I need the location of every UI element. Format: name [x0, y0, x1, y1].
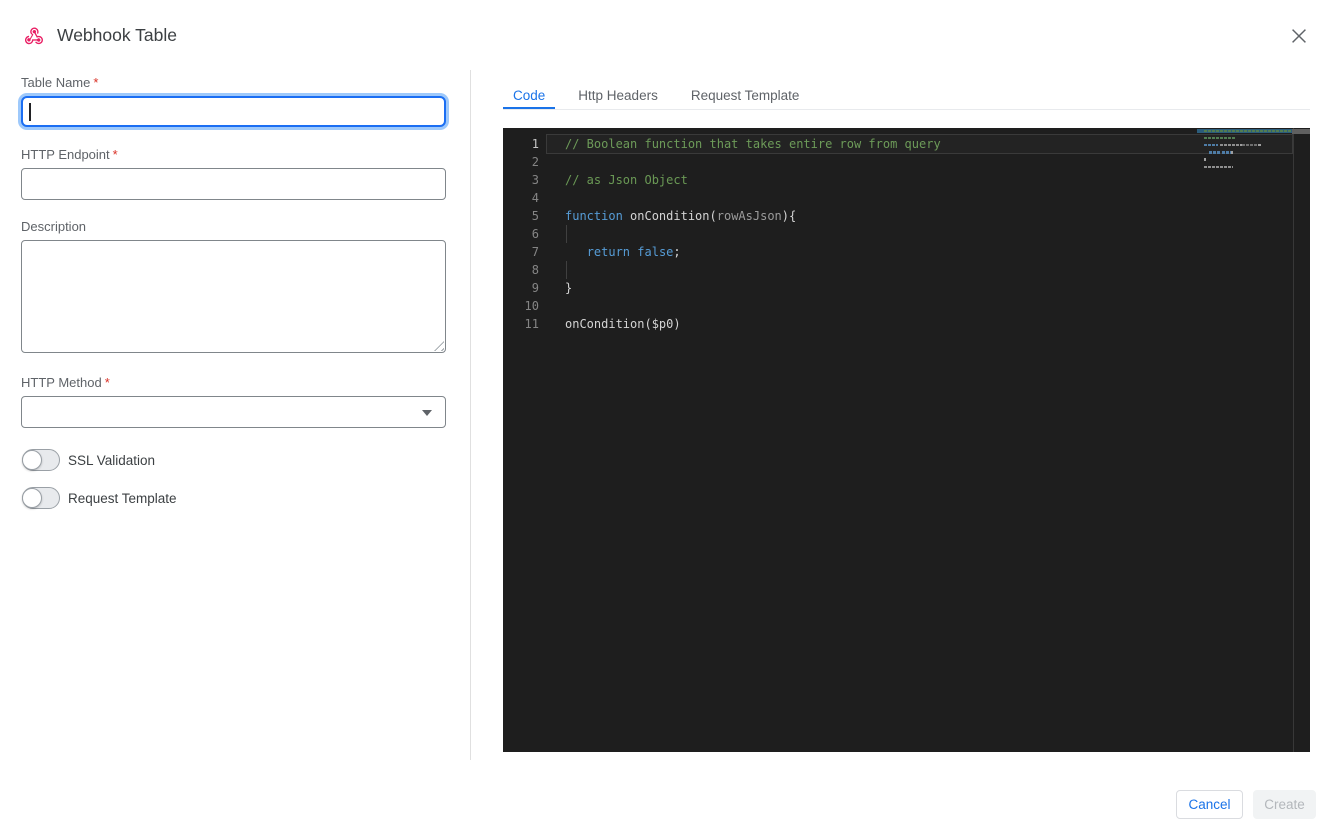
request-template-label: Request Template: [68, 491, 177, 506]
minimap-line: [1241, 144, 1258, 147]
minimap-line: [1209, 151, 1221, 154]
http-endpoint-input[interactable]: [21, 168, 446, 200]
http-method-label: HTTP Method *: [21, 375, 110, 390]
line-number: 9: [531, 281, 539, 295]
ssl-validation-toggle[interactable]: [22, 449, 60, 471]
indent-guide: [566, 261, 567, 279]
code-text: return false;: [586, 245, 681, 259]
required-asterisk: *: [93, 75, 99, 90]
toggle-knob: [22, 450, 42, 470]
minimap-line: [1204, 129, 1293, 132]
minimap-line: [1204, 144, 1219, 147]
code-line[interactable]: 6: [503, 225, 1310, 243]
dialog-title: Webhook Table: [57, 25, 177, 45]
code-editor[interactable]: 1 // Boolean function that takes entire r…: [503, 128, 1310, 752]
required-asterisk: *: [112, 147, 118, 162]
minimap-line: [1204, 136, 1235, 140]
code-line[interactable]: 7 return false;: [503, 243, 1310, 261]
line-number: 7: [531, 245, 539, 259]
line-number: 1: [531, 137, 539, 151]
line-number: 2: [531, 155, 539, 169]
tab-http-headers[interactable]: Http Headers: [568, 84, 668, 109]
description-textarea[interactable]: [21, 240, 446, 353]
code-lines: 1 // Boolean function that takes entire r…: [503, 134, 1310, 333]
scrollbar-thumb[interactable]: [1292, 129, 1310, 134]
table-name-input[interactable]: [21, 96, 446, 127]
minimap-line: [1204, 158, 1206, 161]
minimap-line: [1204, 165, 1233, 168]
cancel-button[interactable]: Cancel: [1176, 790, 1243, 819]
code-text: function onCondition(rowAsJson){: [565, 209, 797, 223]
code-text: onCondition($p0): [565, 317, 681, 331]
text-caret: [29, 103, 31, 121]
close-icon[interactable]: [1286, 24, 1312, 50]
minimap[interactable]: [1197, 129, 1293, 749]
code-line[interactable]: 3 // as Json Object: [503, 171, 1310, 189]
line-number: 10: [524, 299, 539, 313]
code-line[interactable]: 11 onCondition($p0): [503, 315, 1310, 333]
indent-guide: [566, 225, 567, 243]
minimap-line: [1220, 144, 1240, 147]
code-line[interactable]: 9}: [503, 279, 1310, 297]
toggle-knob: [22, 488, 42, 508]
line-number: 4: [531, 191, 539, 205]
code-line[interactable]: 2: [503, 153, 1310, 171]
line-number: 11: [524, 317, 539, 331]
line-number: 8: [531, 263, 539, 277]
minimap-line: [1231, 151, 1233, 154]
ssl-validation-label: SSL Validation: [68, 453, 156, 468]
code-text: }: [565, 281, 573, 295]
chevron-down-icon: [422, 410, 432, 416]
minimap-line: [1222, 151, 1231, 154]
create-button[interactable]: Create: [1253, 790, 1316, 819]
required-asterisk: *: [104, 375, 110, 390]
code-line[interactable]: 10: [503, 297, 1310, 315]
line-number: 3: [531, 173, 539, 187]
table-name-label: Table Name *: [21, 75, 99, 90]
line-number: 5: [531, 209, 539, 223]
code-line[interactable]: 4: [503, 189, 1310, 207]
http-method-select[interactable]: [21, 396, 446, 428]
code-line[interactable]: 1 // Boolean function that takes entire r…: [503, 134, 1310, 154]
code-line[interactable]: 5 function onCondition(rowAsJson){: [503, 207, 1310, 225]
minimap-divider: [1293, 128, 1294, 752]
tab-request-template[interactable]: Request Template: [681, 84, 810, 109]
editor-tab-bar: Code Http Headers Request Template: [503, 84, 1310, 110]
code-text: // Boolean function that takes entire ro…: [565, 137, 941, 151]
request-template-toggle[interactable]: [22, 487, 60, 509]
code-text: // as Json Object: [565, 173, 688, 187]
code-line[interactable]: 8: [503, 261, 1310, 279]
tab-code[interactable]: Code: [503, 84, 556, 109]
webhook-icon: [23, 25, 45, 47]
vertical-divider: [470, 70, 471, 760]
line-number: 6: [531, 227, 539, 241]
http-endpoint-label: HTTP Endpoint *: [21, 147, 118, 162]
minimap-line: [1258, 144, 1262, 147]
description-label: Description: [21, 219, 87, 234]
